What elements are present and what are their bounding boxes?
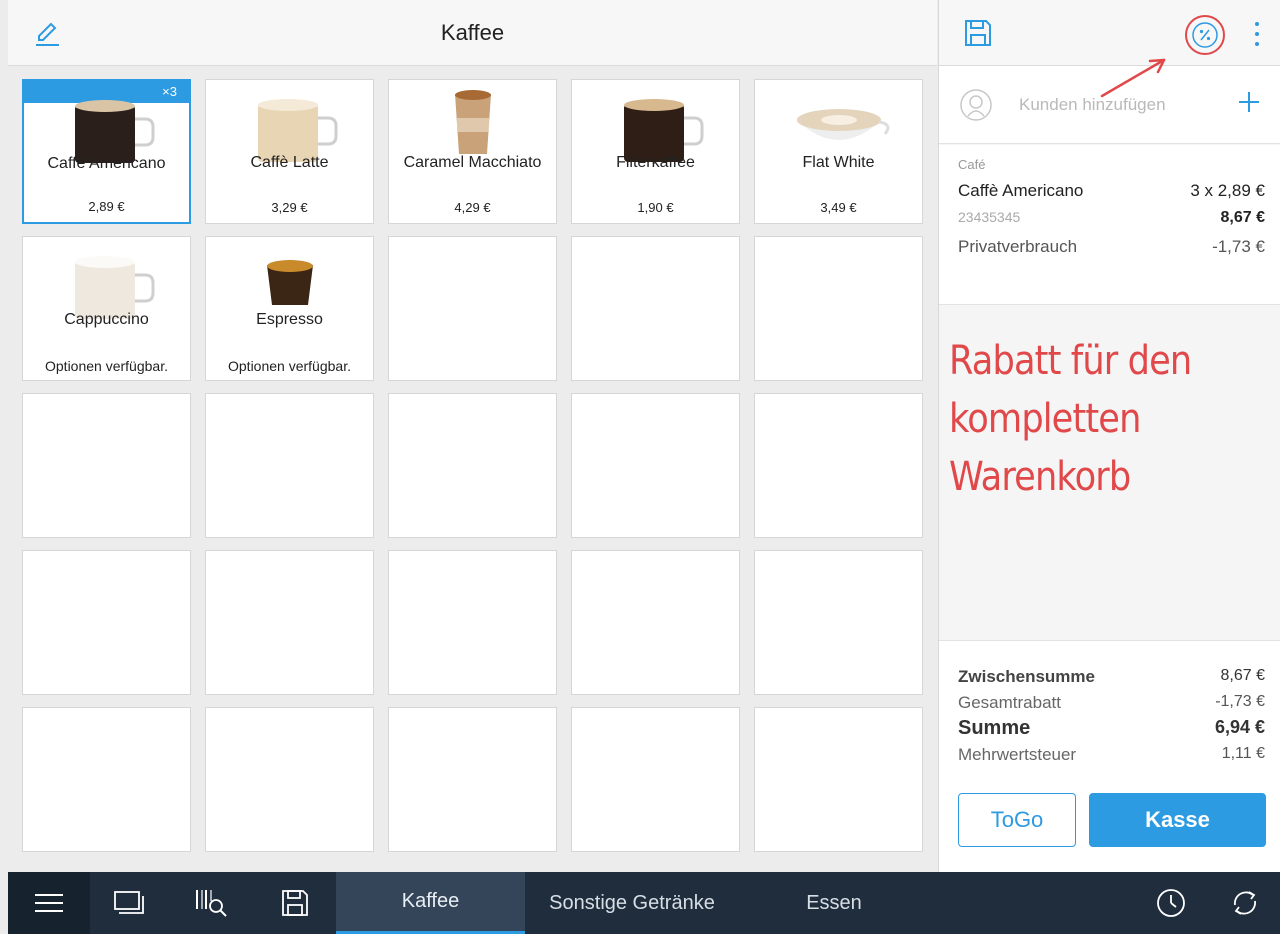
- sum-value: 6,94 €: [1214, 717, 1265, 737]
- empty-tile[interactable]: [22, 550, 191, 695]
- cart-discount-value: -1,73 €: [1212, 237, 1265, 256]
- empty-tile[interactable]: [754, 393, 923, 538]
- product-price: 3,49 €: [820, 200, 857, 215]
- empty-tile[interactable]: [388, 550, 557, 695]
- empty-tile[interactable]: [205, 393, 374, 538]
- tab-sonstige-getraenke[interactable]: Sonstige Getränke: [525, 872, 739, 934]
- product-name: Caffè Latte: [250, 154, 329, 171]
- empty-tile[interactable]: [571, 707, 740, 852]
- empty-tile[interactable]: [388, 236, 557, 381]
- checkout-button[interactable]: Kasse: [1089, 793, 1266, 847]
- empty-tile[interactable]: [754, 707, 923, 852]
- more-vertical-icon[interactable]: [1247, 20, 1267, 48]
- annotation-line: Warenkorb: [949, 454, 1131, 500]
- product-options-note: Optionen verfügbar.: [45, 358, 168, 374]
- total-discount-row: Gesamtrabatt -1,73 €: [958, 693, 1265, 713]
- empty-tile[interactable]: [22, 707, 191, 852]
- sum-row: Summe 6,94 €: [958, 717, 1265, 740]
- vat-label: Mehrwertsteuer: [958, 745, 1077, 764]
- totals-panel: Zwischensumme 8,67 € Gesamtrabatt -1,73 …: [939, 640, 1280, 872]
- cart-list: Café Caffè Americano 3 x 2,89 € 23435345…: [939, 145, 1280, 305]
- total-discount-value: -1,73 €: [1215, 693, 1265, 710]
- subtotal-row: Zwischensumme 8,67 €: [958, 667, 1265, 687]
- subtotal-value: 8,67 €: [1220, 667, 1265, 684]
- cart-header: [939, 0, 1280, 66]
- vat-value: 1,11 €: [1221, 745, 1265, 762]
- product-price: 4,29 €: [454, 200, 491, 215]
- product-tile[interactable]: Caramel Macchiato 4,29 €: [388, 79, 557, 224]
- save-draft-icon[interactable]: [278, 886, 312, 920]
- product-price: 1,90 €: [637, 200, 674, 215]
- windows-icon[interactable]: [112, 886, 146, 920]
- empty-tile[interactable]: [571, 393, 740, 538]
- pos-app: Kaffee ×3 Caffè Americano 2,89 € Caffè Latt…: [0, 0, 1280, 934]
- barcode-search-icon[interactable]: [194, 886, 228, 920]
- vat-row: Mehrwertsteuer 1,11 €: [958, 745, 1265, 765]
- empty-tile[interactable]: [388, 707, 557, 852]
- empty-tile[interactable]: [754, 236, 923, 381]
- product-tile[interactable]: Filterkaffee 1,90 €: [571, 79, 740, 224]
- product-options-note: Optionen verfügbar.: [228, 358, 351, 374]
- empty-tile[interactable]: [388, 393, 557, 538]
- clock-icon[interactable]: [1154, 886, 1188, 920]
- annotation-text: Rabatt für den kompletten Warenkorb: [949, 332, 1231, 506]
- add-customer-label: Kunden hinzufügen: [1019, 95, 1166, 114]
- product-tile[interactable]: Cappuccino Optionen verfügbar.: [22, 236, 191, 381]
- hamburger-menu-icon[interactable]: [32, 886, 66, 920]
- sync-icon[interactable]: [1228, 886, 1262, 920]
- total-discount-label: Gesamtrabatt: [958, 693, 1061, 712]
- product-price: 2,89 €: [88, 199, 125, 214]
- product-name: Caffè Americano: [47, 155, 166, 172]
- annotation-line: kompletten: [949, 396, 1141, 442]
- sum-label: Summe: [958, 717, 1031, 739]
- product-grid: ×3 Caffè Americano 2,89 € Caffè Latte 3,29 €…: [22, 79, 924, 852]
- cart-line-item[interactable]: Caffè Americano 3 x 2,89 €: [958, 181, 1265, 201]
- tab-essen[interactable]: Essen: [739, 872, 929, 934]
- empty-tile[interactable]: [22, 393, 191, 538]
- cart-item-total: 8,67 €: [1220, 209, 1265, 226]
- cart-item-qty-price: 3 x 2,89 €: [1190, 181, 1265, 200]
- bottom-nav: Kaffee Sonstige Getränke Essen: [8, 872, 1280, 934]
- annotation-line: Rabatt für den: [949, 338, 1192, 384]
- subtotal-label: Zwischensumme: [958, 667, 1095, 686]
- product-tile[interactable]: Flat White 3,49 €: [754, 79, 923, 224]
- product-tile[interactable]: Espresso Optionen verfügbar.: [205, 236, 374, 381]
- product-price: 3,29 €: [271, 200, 308, 215]
- cart-category: Café: [958, 157, 986, 172]
- menu-button[interactable]: [8, 872, 90, 934]
- empty-tile[interactable]: [205, 550, 374, 695]
- product-name: Espresso: [256, 311, 323, 328]
- empty-tile[interactable]: [571, 236, 740, 381]
- cart-discount-label: Privatverbrauch: [958, 237, 1078, 256]
- product-name: Cappuccino: [64, 311, 149, 328]
- cart-item-name: Caffè Americano: [958, 181, 1084, 200]
- plus-icon[interactable]: [1237, 90, 1261, 114]
- person-icon: [959, 88, 993, 122]
- cart-panel: Kunden hinzufügen Café Caffè Americano 3…: [938, 0, 1280, 872]
- product-name: Caramel Macchiato: [403, 154, 542, 171]
- product-name: Filterkaffee: [616, 154, 695, 171]
- empty-tile[interactable]: [754, 550, 923, 695]
- product-tile[interactable]: Caffè Latte 3,29 €: [205, 79, 374, 224]
- add-customer-row[interactable]: Kunden hinzufügen: [939, 66, 1280, 144]
- cart-item-detail: 23435345 8,67 €: [958, 209, 1265, 227]
- page-title: Kaffee: [440, 20, 505, 45]
- product-tile[interactable]: ×3 Caffè Americano 2,89 €: [22, 79, 191, 224]
- togo-button[interactable]: ToGo: [958, 793, 1076, 847]
- product-name: Flat White: [802, 154, 875, 171]
- cart-item-sku: 23435345: [958, 209, 1021, 225]
- save-icon[interactable]: [963, 18, 993, 48]
- cart-discount-row[interactable]: Privatverbrauch -1,73 €: [958, 237, 1265, 257]
- empty-tile[interactable]: [571, 550, 740, 695]
- product-header: Kaffee: [8, 0, 937, 66]
- tab-kaffee[interactable]: Kaffee: [336, 872, 525, 934]
- discount-icon[interactable]: [1184, 14, 1225, 55]
- empty-tile[interactable]: [205, 707, 374, 852]
